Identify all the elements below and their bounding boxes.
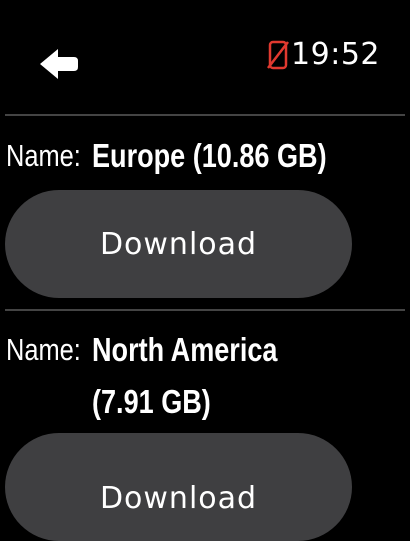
status-bar: 19:52 [0, 0, 410, 110]
region-name-value: North America (7.91 GB) [84, 324, 318, 428]
region-name-line-1: North America [92, 331, 278, 368]
back-button[interactable] [38, 46, 82, 82]
divider [5, 309, 405, 311]
region-name-line-1: Europe (10.86 GB) [92, 137, 327, 174]
name-label: Name: [6, 332, 81, 367]
download-button-europe[interactable]: Download [5, 190, 352, 298]
region-name-row: Name: North America (7.91 GB) [6, 324, 318, 428]
download-button-label: Download [99, 480, 258, 516]
status-indicators: 19:52 [267, 38, 380, 72]
phone-disconnected-icon [267, 40, 290, 70]
region-name-row: Name: Europe (10.86 GB) [6, 130, 378, 182]
region-name-value: Europe (10.86 GB) [84, 130, 378, 182]
region-name-line-2: (7.91 GB) [92, 383, 211, 420]
name-label: Name: [6, 138, 81, 173]
clock: 19:52 [291, 37, 380, 72]
download-button-north-america[interactable]: Download [5, 433, 352, 541]
download-button-label: Download [99, 226, 258, 262]
left-arrow-icon [40, 49, 78, 79]
divider [5, 114, 405, 116]
